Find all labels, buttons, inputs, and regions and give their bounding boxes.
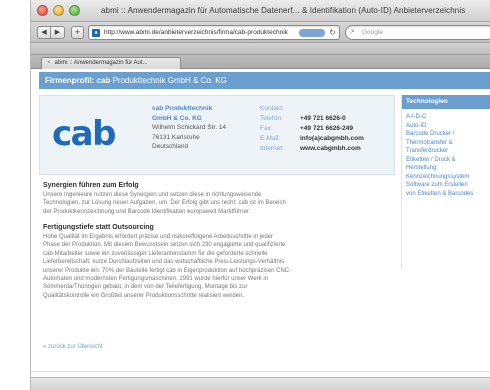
text-line: Phase der Produktion. Mit diesem Bewusst… — [43, 242, 286, 249]
company-name-line2: GmbH & Co. KG — [152, 114, 202, 122]
sidebar-item[interactable]: von Etiketten & Barcodes — [406, 190, 488, 199]
phone-label: Telefon: — [260, 115, 283, 122]
search-field[interactable]: ⌕ Google — [345, 25, 490, 40]
email-label: E-Mail: — [260, 135, 281, 142]
sidebar-item[interactable]: Auto-ID — [406, 122, 488, 131]
banner-prefix: Firmenprofil: cab — [45, 76, 111, 85]
web-page: Firmenprofil: cab Produkttechnik GmbH & … — [31, 69, 490, 390]
tab-close-icon[interactable]: × — [47, 60, 51, 66]
banner-company-name: Produkttechnik GmbH & Co. KG — [112, 76, 227, 85]
text-line: Automaten und modernsten Fertigungsmasch… — [43, 276, 269, 283]
back-arrow-icon[interactable]: ◀ — [37, 26, 51, 39]
url-text[interactable]: http://www.abmi.de/anbieterverzeichnis/f… — [104, 29, 294, 36]
section-synergien: Synergien führen zum Erfolg Unsere Ingen… — [43, 182, 393, 216]
rss-badge-icon[interactable] — [299, 29, 325, 37]
section-text: Unsere Ingenieure nutzen diese Synergien… — [43, 191, 393, 216]
site-favicon-icon: a — [92, 29, 100, 37]
text-line: Sömmerda/Thüringen gebaut, in dem von de… — [43, 284, 248, 291]
sidebar-item[interactable]: A-I-D-C — [406, 113, 488, 122]
sidebar-item[interactable]: Etiketten / Druck & — [406, 156, 488, 165]
company-street: Wilhelm Schickard Str. 14 — [152, 124, 227, 131]
zoom-window-button[interactable] — [69, 5, 80, 16]
search-icon: ⌕ — [351, 28, 355, 35]
close-window-button[interactable] — [37, 5, 48, 16]
company-contact: Kontakt: Telefon: +49 721 6626-0 Fax: +4… — [260, 104, 394, 154]
text-line: Qualitätskontrolle ein Großteil unserer … — [43, 292, 245, 299]
section-fertigungstiefe: Fertigungstiefe statt Outsourcing Hohe Q… — [43, 224, 393, 300]
company-name-line1: cab Produkttechnik — [152, 105, 213, 112]
text-line: Unsere Ingenieure nutzen diese Synergien… — [43, 192, 262, 198]
window-controls — [37, 5, 80, 16]
text-line: unserer Produkte ein. 70% der Bauteile f… — [43, 267, 292, 274]
status-bar — [31, 377, 490, 390]
text-line: Lieferbereitschaft, kurze Durchlaufzeite… — [43, 259, 285, 266]
window-title: abmi :: Anwendermagazin für Automatische… — [101, 6, 466, 15]
text-line: der Produktkennzeichnung und Barcode Ide… — [43, 208, 251, 215]
sidebar-item[interactable]: Thermotransfer & — [406, 139, 488, 148]
sidebar-item[interactable]: Software zum Erstellen — [406, 181, 488, 190]
cab-logo: cab — [52, 114, 116, 154]
section-text: Hohe Qualität im Ergebnis erfordert präz… — [43, 233, 393, 300]
section-title: Fertigungstiefe statt Outsourcing — [43, 224, 154, 231]
address-bar[interactable]: a http://www.abmi.de/anbieterverzeichnis… — [88, 25, 340, 40]
section-title: Synergien führen zum Erfolg — [43, 182, 139, 189]
phone-value: +49 721 6626-0 — [300, 115, 346, 122]
company-address: cab Produkttechnik GmbH & Co. KG Wilhelm… — [152, 104, 262, 152]
browser-toolbar: ◀ ▶ + a http://www.abmi.de/anbieterverze… — [31, 22, 490, 43]
tab-label: abmi :: Anwendermagazin für Aut... — [54, 60, 148, 66]
text-line: cab-Mitarbeiter sowie ein zuverlässiger … — [43, 250, 268, 257]
add-bookmark-button[interactable]: + — [71, 26, 84, 39]
technologies-sidebar: Technologien A-I-D-C Auto-ID Barcode Dru… — [401, 95, 490, 270]
browser-window: abmi :: Anwendermagazin für Automatische… — [30, 0, 490, 390]
sidebar-item[interactable]: Transferdrucker — [406, 147, 488, 156]
tab-active[interactable]: × abmi :: Anwendermagazin für Aut... — [41, 57, 181, 69]
footer-divider — [31, 371, 490, 372]
profile-banner: Firmenprofil: cab Produkttechnik GmbH & … — [39, 72, 490, 89]
back-to-overview-link[interactable]: « zurück zur Übersicht — [43, 344, 103, 350]
forward-arrow-icon[interactable]: ▶ — [51, 26, 65, 39]
sidebar-item[interactable]: Herstellung — [406, 164, 488, 173]
sidebar-list: A-I-D-C Auto-ID Barcode Drucker / Thermo… — [402, 109, 490, 198]
nav-buttons: ◀ ▶ — [37, 26, 65, 39]
minimize-window-button[interactable] — [53, 5, 64, 16]
sidebar-item[interactable]: Kennzeichnungssystem — [406, 173, 488, 182]
text-line: Technologien, zur Lösung neuer Aufgaben,… — [43, 200, 286, 207]
title-bar: abmi :: Anwendermagazin für Automatische… — [31, 0, 490, 22]
bookmarks-bar — [31, 43, 490, 55]
website-link[interactable]: www.cabgmbh.com — [300, 144, 361, 154]
contact-heading: Kontakt: — [260, 105, 284, 112]
company-country: Deutschland — [152, 143, 189, 150]
tab-bar: × abmi :: Anwendermagazin für Aut... — [31, 55, 490, 69]
sidebar-heading: Technologien — [402, 95, 490, 109]
search-placeholder: Google — [362, 29, 383, 36]
page-content: Firmenprofil: cab Produkttechnik GmbH & … — [31, 69, 490, 390]
fax-label: Fax: — [260, 125, 273, 132]
company-info-box: cab cab Produkttechnik GmbH & Co. KG Wil… — [39, 95, 395, 175]
web-label: Internet: — [260, 145, 284, 152]
reload-icon[interactable]: ↻ — [329, 28, 336, 37]
sidebar-item[interactable]: Barcode Drucker / — [406, 130, 488, 139]
text-line: Hohe Qualität im Ergebnis erfordert präz… — [43, 234, 274, 240]
email-link[interactable]: info(a)cabgmbh.com — [300, 134, 364, 144]
company-city: 76131 Karlsruhe — [152, 133, 200, 141]
fax-value: +49 721 6626-249 — [300, 125, 353, 132]
